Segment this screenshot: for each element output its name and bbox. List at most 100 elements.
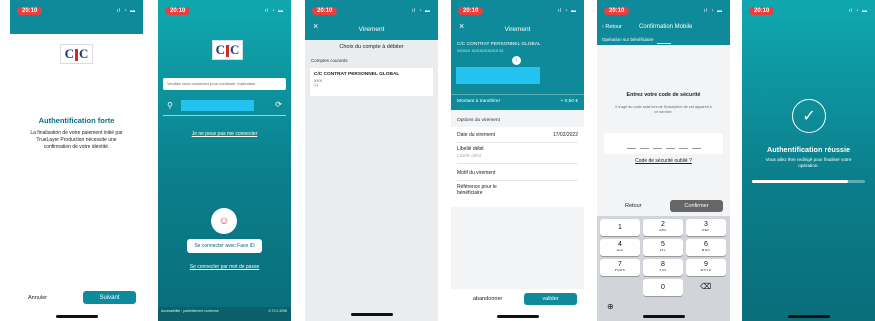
faceid-icon: ☺ [218, 215, 230, 227]
globe-icon[interactable]: ⊕ [607, 302, 614, 311]
cic-logo-text: CC [215, 42, 240, 58]
faceid-button[interactable]: Se connecter avec Face ID [187, 239, 262, 253]
header: × Virement [451, 18, 584, 40]
footer: Accessibilité : partiellement conforme 9… [158, 307, 291, 321]
users-icon: ⚇ [314, 83, 319, 89]
header-title: Virement [358, 25, 385, 33]
date-row[interactable]: Date du virement 17/02/2022 [457, 128, 578, 143]
back-link[interactable]: ‹ Retour [602, 24, 622, 30]
user-id-field[interactable] [181, 100, 254, 111]
signal-wifi-battery-icon: ıl ◔ ▬ [848, 8, 868, 14]
signal-wifi-battery-icon: ıl ◔ ▬ [703, 8, 723, 14]
status-bar: 20:10 ıl ◔ ▬ [742, 0, 875, 22]
libelle-input[interactable]: Libellé débit [457, 153, 578, 158]
back-label: Retour [605, 24, 622, 30]
cic-logo-text: CC [64, 46, 89, 62]
key-6[interactable]: 6 MNO [686, 239, 726, 256]
accessibility-text: Accessibilité : partiellement conforme [161, 309, 219, 313]
libelle-label: Libellé débit [457, 146, 484, 152]
signal-wifi-battery-icon: ıl ◔ ▬ [411, 8, 431, 14]
progress-fill [752, 180, 849, 183]
key-4[interactable]: 4 GHI [600, 239, 640, 256]
screen-transfer: 20:10 ıl ◔ ▬ × Virement C/C CONTRAT PERS… [451, 0, 584, 321]
amount-row[interactable]: Montant à transférer + 0,50 € [451, 94, 584, 110]
screen-auth-success: 20:10 ıl ◔ ▬ ✓ Authentification réussie … [742, 0, 875, 321]
key-9[interactable]: 9 WXYZ [686, 259, 726, 276]
status-bar: 20:10 ıl ◔ ▬ [158, 0, 291, 22]
user-icon: ⚲ [167, 101, 173, 110]
source-account-number: XXXXX XXXXXXXXXX 01 [457, 48, 504, 53]
status-bar: 20:10 ıl ◔ ▬ [597, 0, 730, 22]
close-icon[interactable]: × [459, 21, 464, 31]
cant-connect-link[interactable]: Je ne peux pas me connecter [158, 131, 291, 137]
choose-account-title: Choix du compte à débiter [339, 44, 404, 50]
back-chevron-icon: ‹ [602, 24, 604, 30]
amount-label: Montant à transférer [457, 99, 501, 104]
close-icon[interactable]: × [313, 21, 318, 31]
cancel-button[interactable]: Annuler [28, 295, 47, 301]
auth-title: Authentification forte [38, 116, 115, 125]
date-value: 17/02/2022 [552, 132, 578, 138]
key-3[interactable]: 3 DEF [686, 219, 726, 236]
account-name: C/C CONTRAT PERSONNEL GLOBAL [314, 72, 400, 77]
amount-value: + 0,50 € [560, 99, 578, 104]
user-row[interactable]: ⚲ ⟳ [163, 98, 286, 116]
account-card[interactable]: C/C CONTRAT PERSONNEL GLOBAL XXX ⚇ [310, 68, 433, 96]
date-label: Date du virement [457, 132, 496, 138]
validate-button[interactable]: valider [524, 293, 577, 305]
status-time: 20:10 [458, 7, 484, 15]
home-indicator [787, 315, 830, 318]
home-indicator [642, 315, 685, 318]
switch-user-icon[interactable]: ⟳ [275, 100, 282, 109]
status-time: 20:10 [17, 7, 43, 15]
success-body: Vous allez être redirigé pour finaliser … [765, 157, 852, 168]
key-1[interactable]: 1 [600, 219, 640, 236]
screen-strong-auth: 20:10 ıl ◔ ▬ CC Authentification forte L… [10, 0, 143, 321]
security-code-input[interactable] [604, 133, 723, 154]
backspace-icon[interactable]: ⌫ [700, 282, 711, 291]
next-button[interactable]: Suivant [83, 291, 136, 304]
faceid-circle[interactable]: ☺ [211, 208, 237, 234]
header-title: Virement [504, 25, 531, 33]
security-code-help: Il s'agit du code saisi lors de l'inscri… [615, 105, 712, 114]
transfer-arrow-icon: ↓ [512, 56, 521, 65]
status-time: 20:10 [749, 7, 775, 15]
source-account: C/C CONTRAT PERSONNEL GLOBAL [457, 42, 541, 47]
operation-tab: Opération sur bénéficiaire [602, 37, 654, 42]
libelle-row[interactable]: Libellé débit Libellé débit [457, 142, 578, 164]
key-7[interactable]: 7 PQRS [600, 259, 640, 276]
signal-wifi-battery-icon: ıl ◔ ▬ [557, 8, 577, 14]
status-time: 20:10 [604, 7, 630, 15]
current-accounts-label: Comptes courants [311, 58, 348, 63]
status-time: 20:10 [165, 7, 191, 15]
motif-label: Motif du virement [457, 170, 496, 176]
abandon-button[interactable]: abandonner [473, 296, 502, 302]
confirm-button[interactable]: Confirmer [670, 200, 723, 212]
header-bar [10, 22, 143, 34]
motif-row[interactable]: Motif du virement [457, 166, 578, 181]
forgot-code-link[interactable]: Code de sécurité oublié ? [597, 158, 730, 164]
success-check-icon: ✓ [792, 99, 826, 133]
reference-row[interactable]: Référence pour le bénéficiaire [457, 180, 507, 200]
tab-underline [657, 43, 671, 44]
options-title: Options du virement [457, 118, 500, 123]
retour-button[interactable]: Retour [625, 203, 642, 209]
home-indicator [496, 315, 539, 318]
signal-wifi-battery-icon: ıl ◔ ▬ [264, 8, 284, 14]
home-indicator [55, 315, 98, 318]
login-hint-text: Veuillez vous connecter pour continuer l… [167, 81, 257, 86]
beneficiary-field[interactable] [456, 67, 540, 84]
key-5[interactable]: 5 JKL [643, 239, 683, 256]
security-code-title: Entrez votre code de sécurité [626, 92, 701, 98]
key-2[interactable]: 2 ABC [643, 219, 683, 236]
auth-description: La finalisation de votre paiement initié… [30, 130, 123, 150]
cic-logo: CC [60, 44, 93, 64]
home-indicator [350, 313, 393, 316]
password-login-link[interactable]: Se connecter par mot de passe [158, 264, 291, 270]
screen-account-choice: 20:10 ıl ◔ ▬ × Virement Choix du compte … [305, 0, 438, 321]
version-text: 9.72.0.3296 [268, 309, 288, 313]
success-title: Authentification réussie [766, 145, 851, 154]
key-0[interactable]: 0 [643, 279, 683, 296]
key-8[interactable]: 8 TUV [643, 259, 683, 276]
header-title: Confirmation Mobile [639, 24, 693, 30]
